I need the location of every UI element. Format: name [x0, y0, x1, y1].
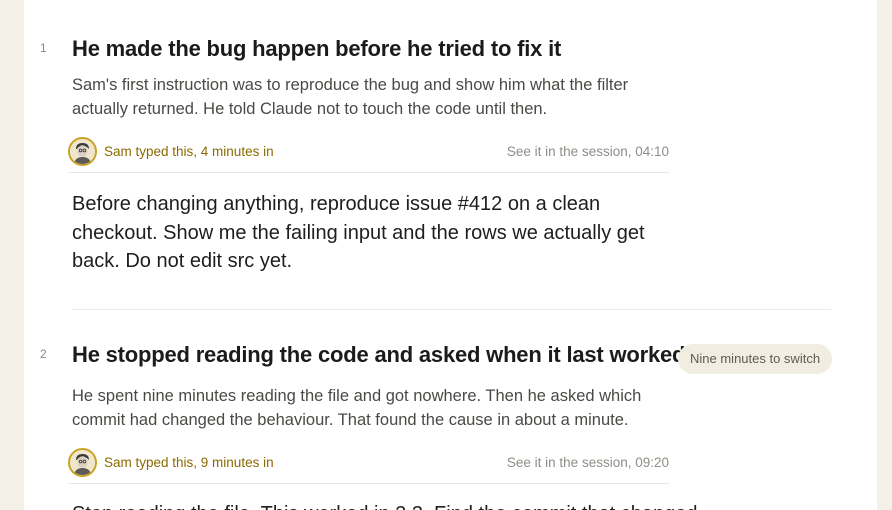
typed-by-label: Sam typed this, 9 minutes in: [104, 455, 274, 470]
prompt-quote: Before changing anything, reproduce issu…: [72, 193, 645, 272]
step-title: He made the bug happen before he tried t…: [72, 36, 562, 61]
article-panel: 1 He made the bug happen before he tried…: [24, 0, 877, 510]
person-avatar-icon: [68, 137, 97, 166]
step-title: He stopped reading the code and asked wh…: [72, 342, 686, 367]
prompt-meta-row: Sam typed this, 4 minutes in See it in t…: [68, 137, 669, 173]
duration-badge: Nine minutes to switch: [678, 344, 833, 374]
typed-by-label: Sam typed this, 4 minutes in: [104, 144, 274, 159]
step-number: 1: [40, 41, 47, 55]
person-avatar-icon: [68, 448, 97, 477]
session-timestamp-link[interactable]: See it in the session, 04:10: [507, 144, 669, 159]
step-description: Sam's first instruction was to reproduce…: [72, 76, 629, 118]
session-timestamp-link[interactable]: See it in the session, 09:20: [507, 455, 669, 470]
prompt-quote: Stop reading the file. This worked in 2.…: [72, 500, 698, 510]
step-number: 2: [40, 347, 47, 361]
prompt-meta-row: Sam typed this, 9 minutes in See it in t…: [68, 448, 669, 484]
step-divider: [72, 309, 831, 310]
step-description: He spent nine minutes reading the file a…: [72, 387, 642, 429]
